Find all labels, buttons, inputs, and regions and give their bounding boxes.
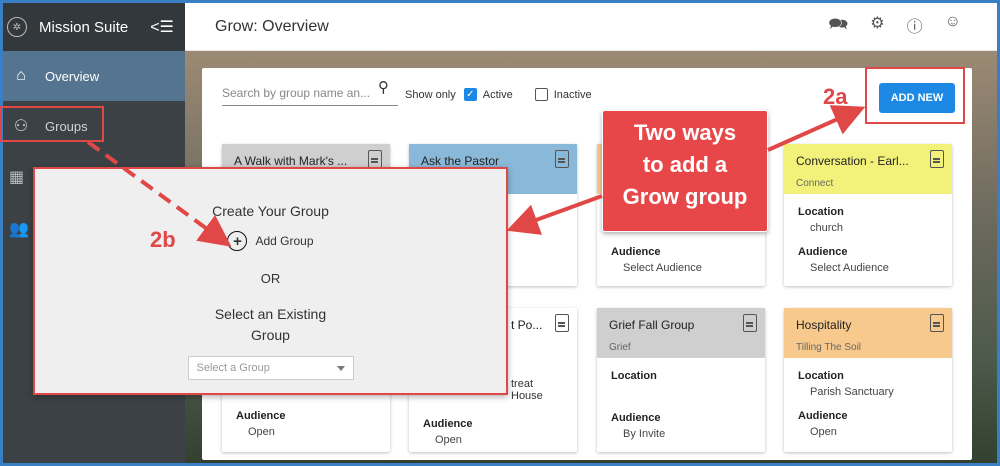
arrow-to-dialog <box>506 194 603 235</box>
dashed-arrow-to-add-group <box>86 140 232 247</box>
annotation-arrows <box>86 105 866 247</box>
arrow-to-add-new <box>767 105 866 152</box>
